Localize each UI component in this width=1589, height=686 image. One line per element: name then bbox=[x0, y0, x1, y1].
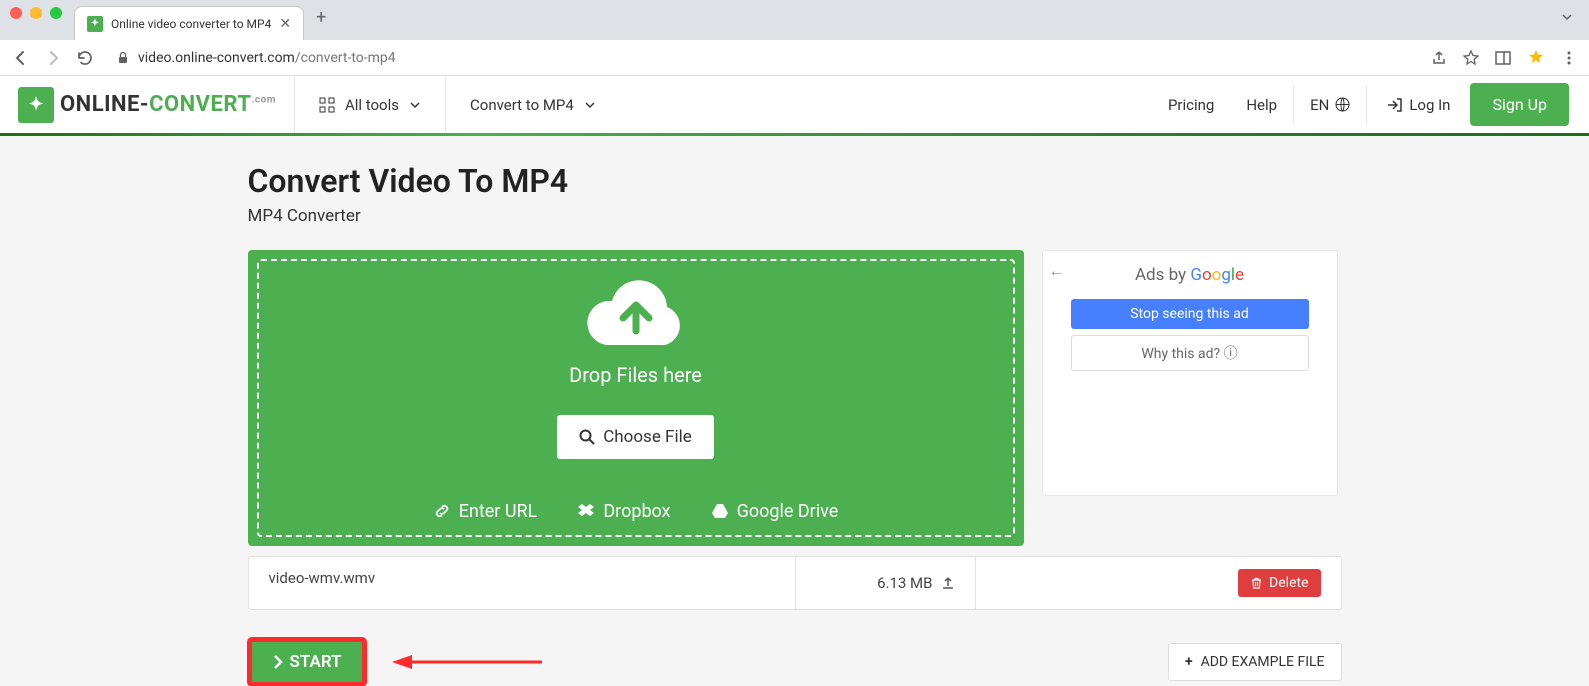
ad-panel: ← Ads by Google Stop seeing this ad Why … bbox=[1042, 250, 1338, 496]
cloud-upload-icon bbox=[581, 275, 691, 353]
toolbar-right bbox=[1431, 49, 1577, 67]
start-button[interactable]: START bbox=[248, 638, 366, 686]
url-path: /convert-to-mp4 bbox=[295, 50, 396, 66]
choose-file-button[interactable]: Choose File bbox=[557, 415, 714, 459]
chevron-down-icon bbox=[584, 99, 596, 111]
grid-icon bbox=[319, 97, 335, 113]
google-drive-icon bbox=[711, 502, 729, 520]
login-label: Log In bbox=[1409, 96, 1450, 114]
choose-file-label: Choose File bbox=[603, 427, 692, 447]
url-domain: video.online-convert.com bbox=[138, 50, 295, 66]
upload-icon bbox=[941, 576, 955, 590]
google-drive-link[interactable]: Google Drive bbox=[711, 501, 839, 522]
plus-icon: + bbox=[1185, 654, 1193, 670]
maximize-window-button[interactable] bbox=[50, 7, 62, 19]
delete-button[interactable]: Delete bbox=[1238, 569, 1320, 597]
login-icon bbox=[1387, 97, 1403, 113]
search-icon bbox=[579, 429, 595, 445]
browser-tab[interactable]: ✦ Online video converter to MP4 ✕ bbox=[74, 6, 304, 40]
back-button[interactable] bbox=[12, 49, 32, 67]
dropbox-label: Dropbox bbox=[603, 501, 670, 522]
page-subtitle: MP4 Converter bbox=[248, 206, 1342, 226]
start-label: START bbox=[290, 652, 342, 672]
logo-text-online: ONLINE- bbox=[60, 92, 149, 117]
page-title: Convert Video To MP4 bbox=[248, 162, 1342, 200]
tab-favicon-icon: ✦ bbox=[87, 16, 103, 32]
close-tab-icon[interactable]: ✕ bbox=[279, 16, 291, 32]
file-action-cell: Delete bbox=[976, 556, 1342, 610]
panel-icon[interactable] bbox=[1495, 50, 1511, 66]
enter-url-link[interactable]: Enter URL bbox=[433, 501, 538, 522]
signup-label: Sign Up bbox=[1492, 95, 1547, 114]
lock-icon bbox=[116, 51, 130, 65]
forward-button[interactable] bbox=[44, 49, 64, 67]
file-size-label: 6.13 MB bbox=[877, 574, 932, 592]
reload-button[interactable] bbox=[76, 49, 96, 67]
ad-back-icon[interactable]: ← bbox=[1049, 261, 1065, 281]
page-content: Convert Video To MP4 MP4 Converter Drop … bbox=[0, 136, 1589, 686]
new-tab-button[interactable]: + bbox=[304, 7, 338, 28]
url-input[interactable]: video.online-convert.com/convert-to-mp4 bbox=[108, 50, 1419, 66]
google-drive-label: Google Drive bbox=[737, 501, 839, 522]
nav-convert-to[interactable]: Convert to MP4 bbox=[445, 76, 620, 133]
nav-all-tools-label: All tools bbox=[345, 96, 399, 114]
file-name-cell: video-wmv.wmv bbox=[248, 556, 796, 610]
tab-title: Online video converter to MP4 bbox=[111, 17, 271, 31]
link-icon bbox=[433, 502, 451, 520]
trash-icon bbox=[1250, 577, 1263, 590]
logo-icon: ✦ bbox=[18, 87, 54, 123]
site-logo[interactable]: ✦ ONLINE-CONVERT.com bbox=[0, 76, 294, 133]
window-controls bbox=[10, 0, 74, 40]
share-icon[interactable] bbox=[1431, 50, 1447, 66]
annotation-arrow bbox=[392, 654, 542, 670]
close-window-button[interactable] bbox=[10, 7, 22, 19]
browser-tab-strip: ✦ Online video converter to MP4 ✕ + bbox=[0, 0, 1589, 40]
google-logo: Google bbox=[1190, 265, 1244, 284]
stop-ad-button[interactable]: Stop seeing this ad bbox=[1071, 299, 1309, 329]
site-header: ✦ ONLINE-CONVERT.com All tools Convert t… bbox=[0, 76, 1589, 136]
nav-language[interactable]: EN bbox=[1294, 96, 1366, 114]
ad-by-label: Ads by bbox=[1135, 265, 1190, 285]
tabs-dropdown-icon[interactable] bbox=[1561, 11, 1573, 23]
file-size-cell: 6.13 MB bbox=[796, 556, 976, 610]
nav-all-tools[interactable]: All tools bbox=[294, 76, 445, 133]
menu-icon[interactable] bbox=[1561, 50, 1577, 66]
extension-icon[interactable] bbox=[1527, 49, 1545, 67]
address-bar: video.online-convert.com/convert-to-mp4 bbox=[0, 40, 1589, 76]
nav-pricing[interactable]: Pricing bbox=[1152, 96, 1230, 114]
nav-convert-to-label: Convert to MP4 bbox=[470, 96, 574, 114]
logo-text-convert: CONVERT bbox=[149, 92, 251, 117]
drop-files-label: Drop Files here bbox=[569, 363, 702, 387]
delete-label: Delete bbox=[1269, 575, 1308, 591]
signup-button[interactable]: Sign Up bbox=[1470, 83, 1569, 126]
ad-title: Ads by Google bbox=[1071, 265, 1309, 285]
nav-language-label: EN bbox=[1310, 96, 1329, 114]
logo-suffix: .com bbox=[252, 95, 276, 106]
bottom-action-row: START + ADD EXAMPLE FILE bbox=[248, 638, 1342, 686]
enter-url-label: Enter URL bbox=[459, 501, 538, 522]
minimize-window-button[interactable] bbox=[30, 7, 42, 19]
login-link[interactable]: Log In bbox=[1367, 96, 1470, 114]
add-example-label: ADD EXAMPLE FILE bbox=[1201, 654, 1325, 670]
nav-help[interactable]: Help bbox=[1230, 96, 1293, 114]
why-ad-button[interactable]: Why this ad? ⓘ bbox=[1071, 335, 1309, 371]
dropbox-icon bbox=[577, 502, 595, 520]
chevron-right-icon bbox=[272, 655, 284, 669]
file-drop-zone[interactable]: Drop Files here Choose File Enter URL Dr… bbox=[248, 250, 1024, 546]
dropbox-link[interactable]: Dropbox bbox=[577, 501, 670, 522]
file-row: video-wmv.wmv 6.13 MB Delete bbox=[248, 556, 1342, 610]
chevron-down-icon bbox=[409, 99, 421, 111]
star-icon[interactable] bbox=[1463, 50, 1479, 66]
add-example-button[interactable]: + ADD EXAMPLE FILE bbox=[1168, 643, 1342, 681]
globe-icon bbox=[1335, 97, 1350, 112]
